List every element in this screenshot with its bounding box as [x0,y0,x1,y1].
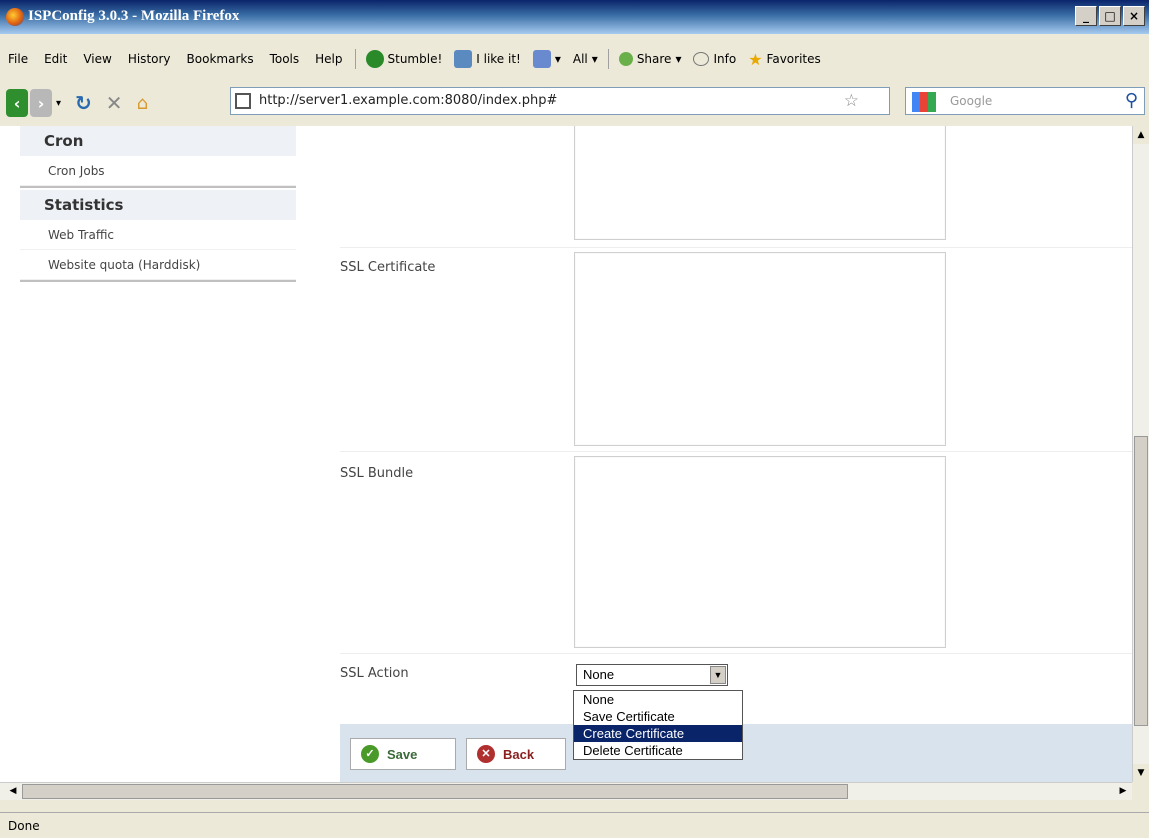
option-none[interactable]: None [574,691,742,708]
stumble-label: Stumble! [387,52,443,66]
sidebar: Cron Cron Jobs Statistics Web Traffic We… [20,126,296,282]
share-icon [618,52,633,66]
scroll-up-icon[interactable]: ▲ [1133,126,1149,144]
cancel-icon: ✕ [477,745,495,763]
favorites-button[interactable]: ★ Favorites [742,50,827,69]
option-save-certificate[interactable]: Save Certificate [574,708,742,725]
menu-file[interactable]: File [0,52,36,66]
sidebar-link-web-traffic[interactable]: Web Traffic [20,220,296,250]
sidebar-divider [20,186,296,188]
horizontal-scrollbar[interactable]: ◀ ▶ [0,782,1132,800]
firefox-icon [6,8,24,26]
info-label: Info [713,52,737,66]
star-icon: ★ [748,49,763,69]
ssl-certificate-textarea[interactable] [574,252,946,446]
all-label: All [572,52,588,66]
thumbs-down-button[interactable]: ▾ [527,50,567,68]
chevron-down-icon[interactable]: ▼ [710,666,726,684]
back-button[interactable]: ✕ Back [466,738,566,770]
sidebar-link-cron-jobs[interactable]: Cron Jobs [20,156,296,186]
browser-window: ISPConfig 3.0.3 - Mozilla Firefox _ □ × … [0,0,1149,838]
ssl-action-dropdown: None Save Certificate Create Certificate… [573,690,743,760]
minimize-button[interactable]: _ [1075,6,1097,26]
ssl-bundle-label: SSL Bundle [340,466,414,481]
checkmark-icon: ✓ [361,745,379,763]
close-button[interactable]: × [1123,6,1145,26]
vertical-scroll-thumb[interactable] [1134,436,1148,726]
horizontal-scroll-thumb[interactable] [22,784,848,799]
sidebar-heading-cron: Cron [20,126,296,156]
back-label: Back [503,746,535,762]
previous-textarea[interactable] [574,126,946,240]
url-bar[interactable]: http://server1.example.com:8080/index.ph… [230,87,890,115]
search-placeholder: Google [950,94,993,108]
sidebar-heading-statistics: Statistics [20,190,296,220]
scroll-right-icon[interactable]: ▶ [1114,783,1132,800]
menu-view[interactable]: View [75,52,119,66]
form-row-ssl-bundle: SSL Bundle [340,452,1132,654]
form-row-ssl-certificate: SSL Certificate [340,248,1132,452]
site-favicon [235,93,251,109]
option-delete-certificate[interactable]: Delete Certificate [574,742,742,759]
ssl-action-label: SSL Action [340,666,409,681]
sidebar-divider [20,280,296,282]
scroll-down-icon[interactable]: ▼ [1133,764,1149,782]
stumbleupon-icon [365,50,384,68]
window-controls: _ □ × [1075,6,1145,26]
save-button[interactable]: ✓ Save [350,738,456,770]
ilike-label: I like it! [476,52,521,66]
menu-tools[interactable]: Tools [262,52,308,66]
ssl-action-value: None [583,667,615,682]
ssl-action-select[interactable]: None ▼ [576,664,728,686]
thumbs-up-icon [454,50,473,68]
ssl-certificate-label: SSL Certificate [340,260,436,275]
all-button[interactable]: All ▾ [567,52,604,66]
menu-help[interactable]: Help [307,52,350,66]
reload-icon[interactable]: ↻ [75,91,92,115]
sidebar-link-website-quota[interactable]: Website quota (Harddisk) [20,250,296,280]
home-icon[interactable]: ⌂ [137,93,148,114]
maximize-button[interactable]: □ [1099,6,1121,26]
toolbar-separator [354,49,356,69]
thumbs-down-icon [532,50,551,68]
google-icon [912,92,936,112]
toolbar-separator-2 [607,49,609,69]
search-icon[interactable]: ⚲ [1125,90,1138,111]
title-bar: ISPConfig 3.0.3 - Mozilla Firefox _ □ × [0,0,1149,34]
share-button[interactable]: Share ▾ [613,52,688,66]
forward-arrow-icon[interactable]: › [30,89,52,117]
menu-bar: File Edit View History Bookmarks Tools H… [0,44,1149,74]
menu-edit[interactable]: Edit [36,52,75,66]
history-dropdown-icon[interactable]: ▾ [56,98,61,109]
speech-bubble-icon [693,52,710,66]
option-create-certificate[interactable]: Create Certificate [574,725,742,742]
navigation-bar: ‹ › ▾ ↻ ✕ ⌂ http://server1.example.com:8… [0,84,1149,122]
info-button[interactable]: Info [687,52,742,66]
status-bar: Done [0,812,1149,838]
form-row-previous [340,126,1132,248]
share-label: Share [636,52,672,66]
ssl-bundle-textarea[interactable] [574,456,946,648]
ssl-form: SSL Certificate SSL Bundle SSL Action No… [340,126,1132,782]
stumble-button[interactable]: Stumble! [360,50,449,68]
save-label: Save [387,746,418,762]
back-arrow-icon[interactable]: ‹ [6,89,28,117]
status-text: Done [8,819,40,833]
menu-bookmarks[interactable]: Bookmarks [179,52,262,66]
scroll-left-icon[interactable]: ◀ [4,783,22,800]
stop-icon[interactable]: ✕ [106,91,123,115]
ilike-button[interactable]: I like it! [448,50,527,68]
vertical-scrollbar[interactable]: ▲ ▼ [1132,126,1149,782]
bookmark-star-icon[interactable]: ☆ [844,91,859,111]
menu-history[interactable]: History [120,52,179,66]
window-title: ISPConfig 3.0.3 - Mozilla Firefox [28,8,240,24]
favorites-label: Favorites [766,52,821,66]
page-content: Cron Cron Jobs Statistics Web Traffic We… [0,126,1132,782]
url-text: http://server1.example.com:8080/index.ph… [259,93,558,108]
search-box[interactable]: Google ⚲ [905,87,1145,115]
